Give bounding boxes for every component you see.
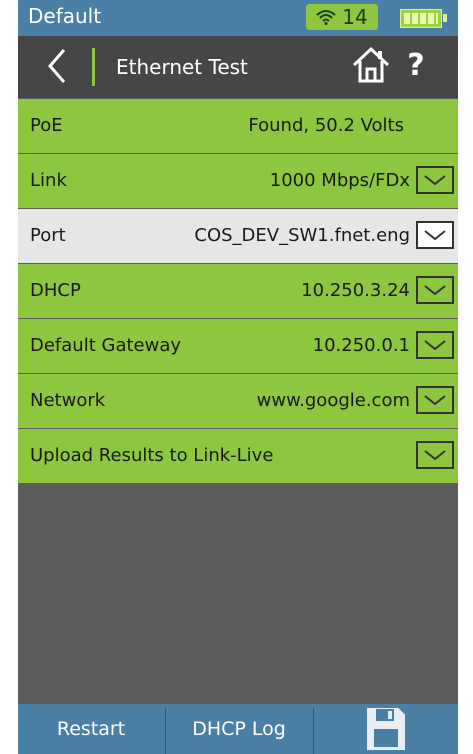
row-label: Network [30,390,106,411]
row-default-gateway[interactable]: Default Gateway 10.250.0.1 [18,318,458,373]
row-label: Link [30,170,67,191]
wifi-status[interactable]: 14 [306,4,378,30]
device-screen: Default 14 Ethernet Test ? PoE Found, 50… [18,0,458,754]
chevron-left-icon [48,49,66,83]
expand-button[interactable] [416,386,454,414]
home-icon [352,46,390,83]
restart-button[interactable]: Restart [18,704,164,754]
row-value: 10.250.0.1 [312,335,410,356]
row-value: 10.250.3.24 [301,280,410,301]
chevron-down-icon [424,285,446,296]
row-value: www.google.com [256,390,410,411]
chevron-down-icon [424,230,446,241]
row-port[interactable]: Port COS_DEV_SW1.fnet.eng [18,208,458,263]
row-poe[interactable]: PoE Found, 50.2 Volts [18,98,458,153]
wifi-icon [316,10,336,25]
page-title: Ethernet Test [116,55,248,79]
row-label: Port [30,225,66,246]
home-button[interactable] [351,45,391,85]
expand-button[interactable] [416,276,454,304]
profile-name[interactable]: Default [28,4,101,28]
row-label: Default Gateway [30,335,182,356]
wifi-count: 14 [342,5,368,29]
expand-button[interactable] [416,221,454,249]
back-button[interactable] [38,46,78,86]
row-value: 1000 Mbps/FDx [269,170,410,191]
row-upload-link-live[interactable]: Upload Results to Link-Live [18,428,458,483]
help-button[interactable]: ? [398,44,434,88]
chevron-down-icon [424,340,446,351]
row-network[interactable]: Network www.google.com [18,373,458,428]
expand-button[interactable] [416,166,454,194]
save-button[interactable] [314,704,458,754]
dhcp-log-button[interactable]: DHCP Log [166,704,312,754]
battery-icon [400,9,447,28]
expand-button[interactable] [416,441,454,469]
row-label: Upload Results to Link-Live [30,445,274,466]
title-bar: Ethernet Test ? [18,36,458,98]
chevron-down-icon [424,395,446,406]
row-link[interactable]: Link 1000 Mbps/FDx [18,153,458,208]
header-divider [92,48,95,86]
expand-button[interactable] [416,331,454,359]
chevron-down-icon [424,175,446,186]
row-value: COS_DEV_SW1.fnet.eng [194,225,410,246]
row-value: Found, 50.2 Volts [248,115,404,136]
chevron-down-icon [424,450,446,461]
bottom-bar: Restart DHCP Log [18,704,458,754]
row-label: DHCP [30,280,81,301]
row-label: PoE [30,115,63,136]
row-dhcp[interactable]: DHCP 10.250.3.24 [18,263,458,318]
floppy-disk-icon [367,708,405,750]
help-icon: ? [407,48,425,83]
status-bar: Default 14 [18,0,458,36]
